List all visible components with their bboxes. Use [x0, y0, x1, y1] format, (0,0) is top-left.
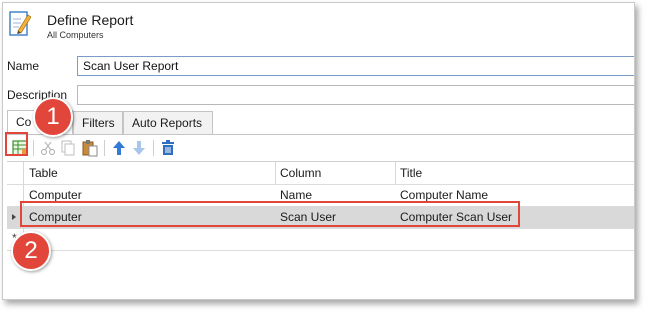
name-field[interactable] — [77, 56, 634, 76]
move-down-icon[interactable] — [130, 139, 148, 157]
window-subtitle: All Computers — [47, 30, 104, 40]
callout-highlight-selected-row — [20, 201, 520, 227]
toolbar-separator — [104, 140, 105, 156]
delete-icon[interactable] — [159, 139, 177, 157]
column-divider — [275, 162, 276, 184]
copy-icon[interactable] — [59, 139, 77, 157]
tab-divider — [7, 134, 634, 135]
name-label: Name — [7, 59, 40, 73]
column-header-title[interactable]: Title — [400, 162, 422, 184]
toolbar-separator — [153, 140, 154, 156]
grid-header: Table Column Title — [7, 162, 634, 185]
callout-highlight-add-column — [5, 132, 28, 156]
row-selector-header — [7, 162, 24, 184]
toolbar-separator — [33, 140, 34, 156]
tab-filters[interactable]: Filters — [73, 111, 123, 134]
column-header-column[interactable]: Column — [280, 162, 321, 184]
column-divider — [395, 162, 396, 184]
toolbar — [7, 137, 634, 159]
move-up-icon[interactable] — [110, 139, 128, 157]
cut-icon[interactable] — [39, 139, 57, 157]
callout-badge-1: 1 — [33, 97, 73, 137]
tab-auto-reports[interactable]: Auto Reports — [123, 111, 213, 134]
paste-icon[interactable] — [81, 139, 99, 157]
window-title: Define Report — [47, 12, 134, 28]
new-row[interactable]: * — [7, 228, 634, 251]
description-field[interactable] — [77, 85, 634, 105]
define-report-window: Define Report All Computers Name Descrip… — [2, 2, 635, 300]
callout-badge-2: 2 — [11, 231, 51, 271]
window-header: Define Report All Computers — [3, 3, 634, 45]
column-header-table[interactable]: Table — [29, 162, 58, 184]
report-pencil-icon — [9, 11, 31, 36]
current-row-arrow-icon — [12, 214, 16, 220]
columns-grid: Table Column Title Computer Name Compute… — [7, 161, 634, 299]
